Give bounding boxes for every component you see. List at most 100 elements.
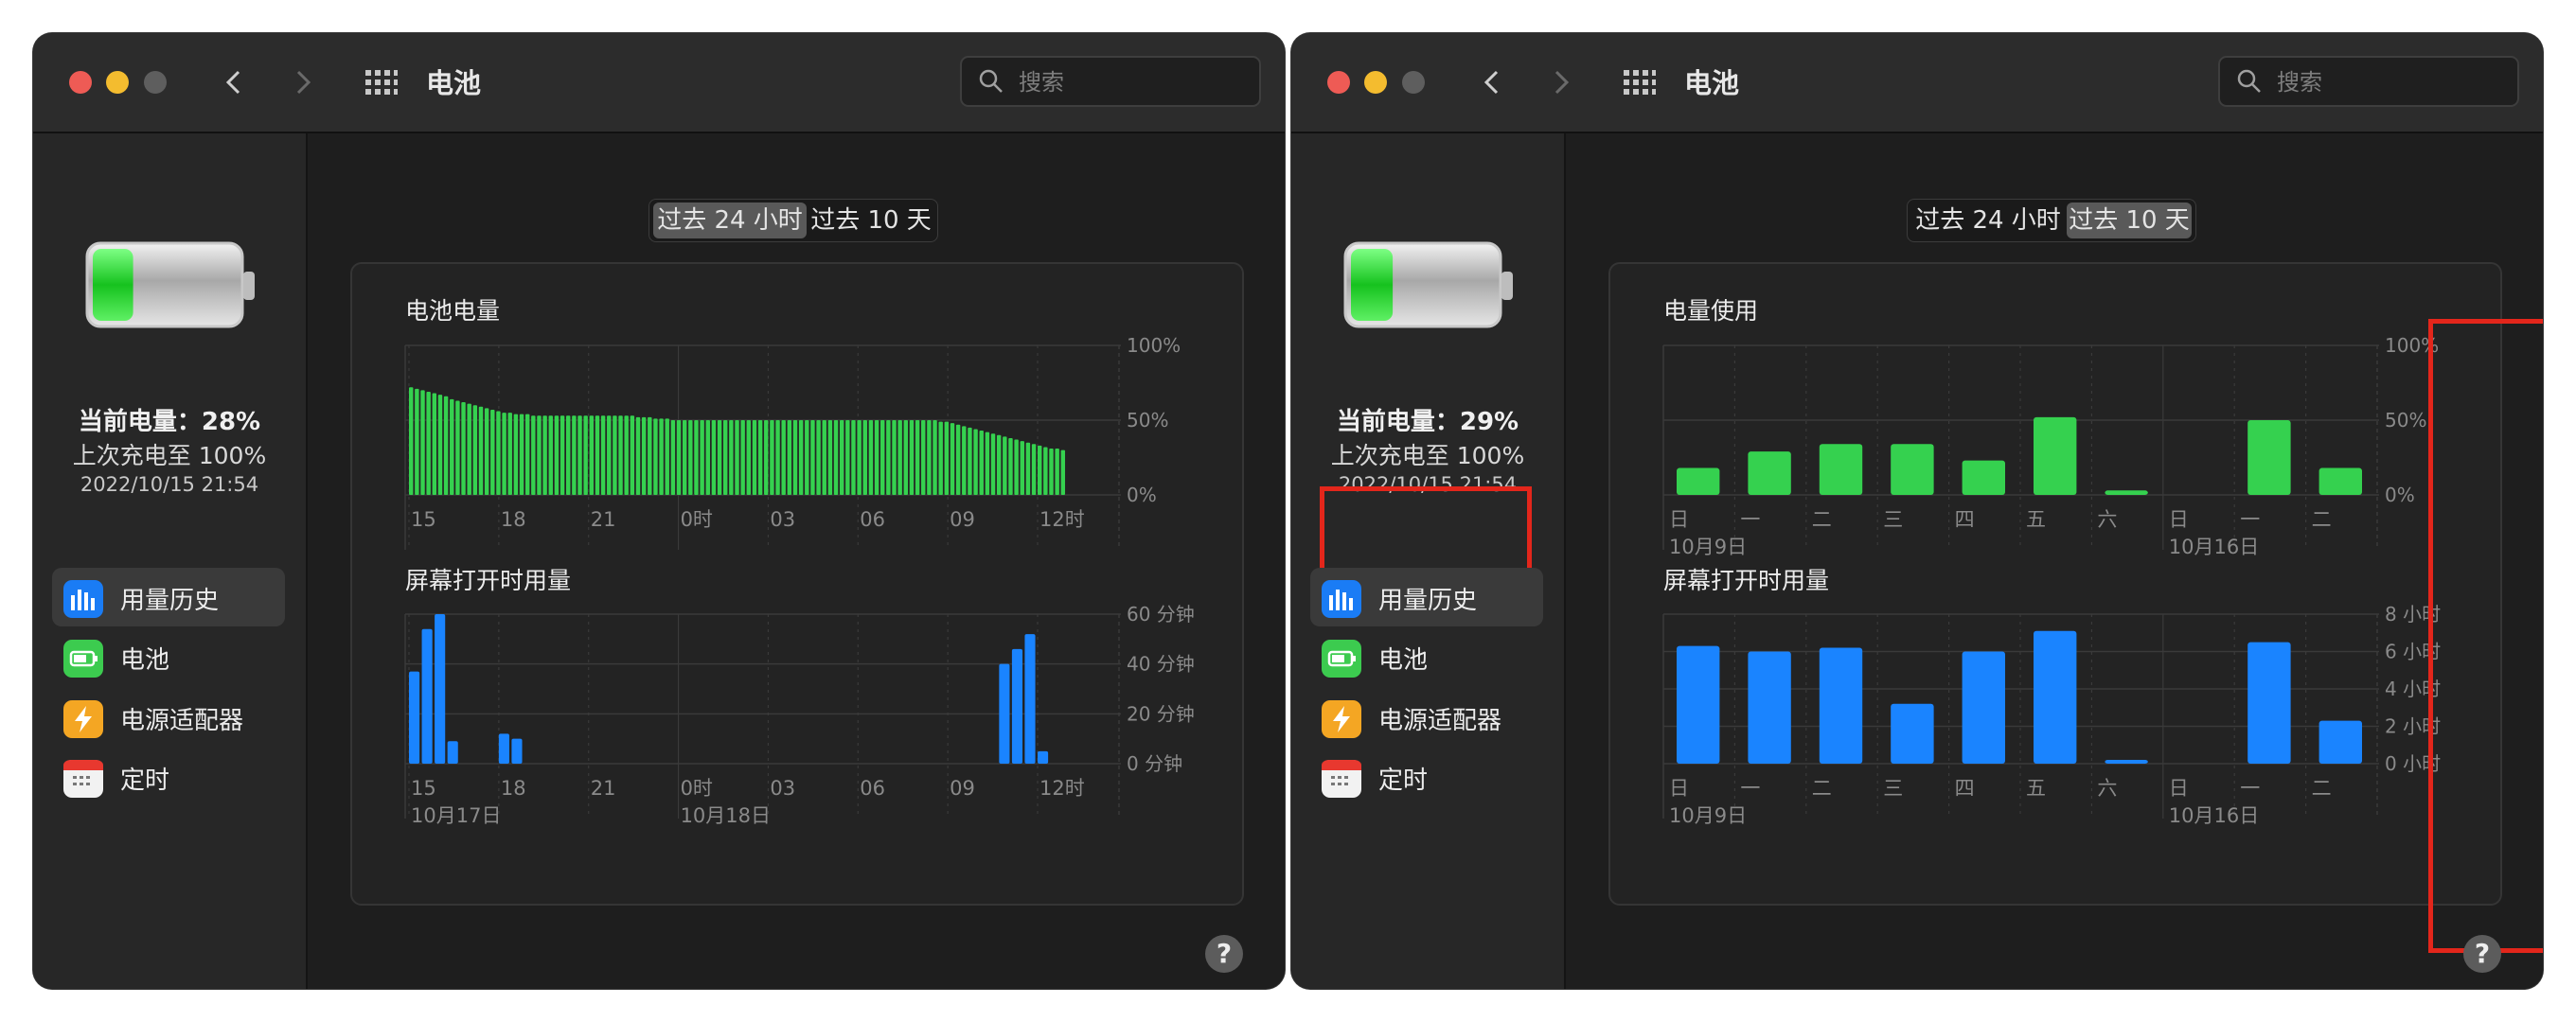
battery-level-icon xyxy=(85,241,255,328)
search-input[interactable] xyxy=(2275,65,2506,99)
battery-icon xyxy=(63,640,103,678)
x-tick-label: 09 xyxy=(950,777,975,800)
back-arrow-icon[interactable] xyxy=(1479,69,1505,96)
search-input[interactable] xyxy=(1017,65,1248,99)
screen-on-usage-chart: 屏幕打开时用量 60 分钟 40 分钟 20 分钟 0 分钟 15 18 21 0时 03 06 09… xyxy=(404,567,1195,827)
battery-icon xyxy=(1322,640,1361,678)
screen-on-bar xyxy=(511,738,523,764)
screen-on-bar xyxy=(1024,634,1036,764)
chart-title: 屏幕打开时用量 xyxy=(405,567,571,594)
battery-level-icon xyxy=(1343,241,1513,328)
content-area: 过去 24 小时 过去 10 天 电量使用 100% 50% 0% 日一二三四五六日一二… xyxy=(1566,133,2543,989)
chart-title: 屏幕打开时用量 xyxy=(1663,567,1829,594)
forward-arrow-icon[interactable] xyxy=(1548,69,1574,96)
sidebar-item-schedule[interactable]: 定时 xyxy=(52,748,285,806)
current-charge: 当前电量：28% xyxy=(78,408,261,436)
calendar-icon xyxy=(63,760,103,798)
screen-on-bar xyxy=(2105,760,2148,764)
search-field[interactable] xyxy=(960,56,1261,107)
sidebar-item-usage-history[interactable]: 用量历史 xyxy=(52,568,285,626)
x-tick-label: 日 xyxy=(2169,777,2189,800)
battery-window-10d: 电池 当前电量：29% 上次充电至 100% 2022/10/15 21:54 xyxy=(1291,33,2543,989)
lightning-icon xyxy=(1322,700,1361,738)
minimize-button[interactable] xyxy=(106,71,129,94)
sidebar: 当前电量：29% 上次充电至 100% 2022/10/15 21:54 用量历… xyxy=(1291,133,1566,989)
sidebar-item-label: 定时 xyxy=(120,766,170,795)
tab-past-10-days[interactable]: 过去 10 天 xyxy=(2067,203,2192,238)
help-button[interactable]: ? xyxy=(2463,935,2501,973)
screen-on-bar xyxy=(1891,703,1934,764)
y-tick-label: 60 分钟 xyxy=(1127,603,1195,626)
y-tick-label: 40 分钟 xyxy=(1127,653,1195,676)
lightning-icon xyxy=(63,700,103,738)
x-tick-label: 03 xyxy=(770,777,795,800)
sidebar-item-label: 用量历史 xyxy=(120,587,220,615)
chart-panel: 电量使用 100% 50% 0% 日一二三四五六日一二 10月9日 10月16日 屏幕打开时… xyxy=(1608,262,2502,906)
battery-window-24h: 电池 当前电量：28% 上次充电至 100% 2022/10/15 21:54 xyxy=(33,33,1285,989)
sidebar-item-label: 电池 xyxy=(1378,646,1429,675)
sidebar-item-label: 电池 xyxy=(120,646,170,675)
bar-chart-icon xyxy=(63,580,103,618)
search-field[interactable] xyxy=(2218,56,2519,107)
date-label: 10月17日 xyxy=(411,804,501,827)
x-tick-label: 12时 xyxy=(1039,777,1085,800)
screen-on-bar xyxy=(1677,645,1720,764)
sidebar-item-usage-history[interactable]: 用量历史 xyxy=(1310,568,1543,626)
sidebar-item-schedule[interactable]: 定时 xyxy=(1310,748,1543,806)
sidebar-item-power-adapter[interactable]: 电源适配器 xyxy=(52,688,285,747)
screen-on-bar xyxy=(1748,651,1791,764)
x-tick-label: 06 xyxy=(860,777,885,800)
x-tick-label: 一 xyxy=(1740,777,1760,800)
screen-on-bar xyxy=(447,741,458,764)
search-icon xyxy=(2237,69,2261,93)
screen-on-bar xyxy=(498,733,509,764)
x-tick-label: 15 xyxy=(411,777,436,800)
forward-arrow-icon[interactable] xyxy=(290,69,316,96)
screen-on-bar xyxy=(2034,630,2077,764)
back-arrow-icon[interactable] xyxy=(221,69,247,96)
screen-on-bar xyxy=(1011,648,1023,764)
sidebar-item-label: 定时 xyxy=(1378,766,1429,795)
tab-past-24-hours[interactable]: 过去 24 小时 xyxy=(653,203,807,238)
screen-on-bar xyxy=(2247,642,2291,764)
bar-chart-icon xyxy=(1322,580,1361,618)
help-button[interactable]: ? xyxy=(1205,935,1243,973)
screen-on-usage-chart: 屏幕打开时用量8 小时6 小时4 小时2 小时0 小时日一二三四五六日一二10月… xyxy=(1662,567,2441,827)
screen-on-bar xyxy=(409,671,420,764)
sidebar-item-battery[interactable]: 电池 xyxy=(52,627,285,686)
zoom-button[interactable] xyxy=(1402,71,1425,94)
date-label: 10月18日 xyxy=(681,804,771,827)
date-label: 10月16日 xyxy=(2169,804,2259,827)
sidebar-item-label: 用量历史 xyxy=(1378,587,1478,615)
x-tick-label: 二 xyxy=(2312,777,2332,800)
sidebar-item-power-adapter[interactable]: 电源适配器 xyxy=(1310,688,1543,747)
x-tick-label: 日 xyxy=(1669,777,1689,800)
show-all-grid-icon[interactable] xyxy=(1622,69,1656,96)
zoom-button[interactable] xyxy=(144,71,167,94)
window-title: 电池 xyxy=(1684,67,1740,99)
tab-past-10-days[interactable]: 过去 10 天 xyxy=(808,203,933,238)
screen-on-bar xyxy=(421,628,433,764)
content-area: 过去 24 小时 过去 10 天 电池电量 100% 50% 0% 15 18 21 0时 03… xyxy=(308,133,1285,989)
window-title: 电池 xyxy=(426,67,482,99)
time-range-segmented-control[interactable]: 过去 24 小时 过去 10 天 xyxy=(648,199,938,242)
y-tick-label: 20 分钟 xyxy=(1127,702,1195,725)
highlight-box-current-week xyxy=(2428,319,2543,953)
sidebar-item-battery[interactable]: 电池 xyxy=(1310,627,1543,686)
x-tick-label: 一 xyxy=(2240,777,2260,800)
time-range-segmented-control[interactable]: 过去 24 小时 过去 10 天 xyxy=(1907,199,2196,242)
close-button[interactable] xyxy=(1327,71,1350,94)
screen-on-bar xyxy=(1819,647,1863,764)
screen-on-bar xyxy=(999,663,1010,764)
show-all-grid-icon[interactable] xyxy=(364,69,398,96)
search-icon xyxy=(979,69,1003,93)
minimize-button[interactable] xyxy=(1364,71,1387,94)
tab-past-24-hours[interactable]: 过去 24 小时 xyxy=(1911,203,2065,238)
x-tick-label: 四 xyxy=(1955,777,1975,800)
close-button[interactable] xyxy=(69,71,92,94)
last-charge: 上次充电至 100% xyxy=(1330,442,1525,469)
x-tick-label: 0时 xyxy=(681,777,713,800)
screen-on-bar xyxy=(435,614,446,764)
title-bar: 电池 xyxy=(1291,33,2543,133)
screen-on-bar xyxy=(1962,651,2005,764)
